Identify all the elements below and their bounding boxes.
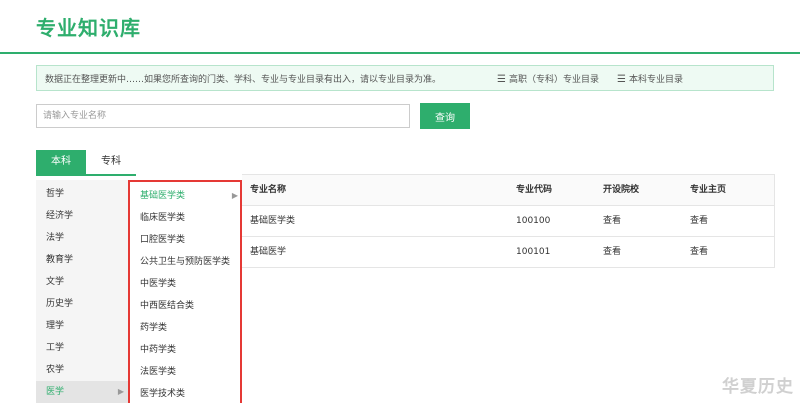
list-icon: ☰: [497, 74, 506, 85]
category-item[interactable]: 哲学: [36, 183, 128, 205]
page-title: 专业知识库: [36, 16, 141, 40]
major-table: 专业名称 专业代码 开设院校 专业主页 基础医学类 100100 查看 查看 基…: [242, 174, 775, 268]
column-header: 专业代码: [516, 185, 553, 195]
subcategory-item-label: 基础医学类: [140, 191, 186, 201]
tab-vocational[interactable]: 专科: [86, 150, 136, 174]
search-button[interactable]: 查询: [420, 103, 470, 129]
undergrad-catalog-label: 本科专业目录: [628, 75, 683, 85]
view-homepage-link[interactable]: 查看: [690, 237, 708, 267]
subcategory-item[interactable]: 中药学类: [130, 339, 240, 361]
notice-message: 数据正在整理更新中……如果您所查询的门类、学科、专业与专业目录有出入，请以专业目…: [45, 75, 442, 85]
column-header: 开设院校: [603, 185, 640, 195]
major-code: 100100: [516, 216, 551, 226]
subcategory-item[interactable]: 药学类: [130, 317, 240, 339]
undergrad-catalog-link[interactable]: ☰ 本科专业目录: [617, 72, 683, 85]
table-header-row: 专业名称 专业代码 开设院校 专业主页: [242, 175, 774, 206]
subcategory-item-selected[interactable]: 基础医学类 ▶: [130, 185, 240, 207]
vocational-catalog-link[interactable]: ☰ 高职（专科）专业目录: [497, 72, 599, 85]
category-item[interactable]: 法学: [36, 227, 128, 249]
subcategory-item[interactable]: 公共卫生与预防医学类: [130, 251, 240, 273]
category-item-label: 医学: [46, 387, 65, 397]
page-header: 专业知识库: [0, 0, 800, 54]
category-item[interactable]: 农学: [36, 359, 128, 381]
category-item[interactable]: 教育学: [36, 249, 128, 271]
subcategory-item[interactable]: 临床医学类: [130, 207, 240, 229]
list-icon: ☰: [617, 74, 626, 85]
view-homepage-link[interactable]: 查看: [690, 206, 708, 236]
major-name: 基础医学类: [250, 216, 296, 226]
category-list: 哲学 经济学 法学 教育学 文学 历史学 理学 工学 农学 医学 ▶: [36, 180, 128, 403]
subcategory-item[interactable]: 中医学类: [130, 273, 240, 295]
column-header: 专业主页: [690, 185, 727, 195]
subcategory-item[interactable]: 口腔医学类: [130, 229, 240, 251]
category-item[interactable]: 历史学: [36, 293, 128, 315]
category-item[interactable]: 工学: [36, 337, 128, 359]
subcategory-list: 基础医学类 ▶ 临床医学类 口腔医学类 公共卫生与预防医学类 中医学类 中西医结…: [128, 180, 242, 403]
caret-right-icon: ▶: [231, 191, 238, 200]
subcategory-item[interactable]: 中西医结合类: [130, 295, 240, 317]
view-schools-link[interactable]: 查看: [603, 206, 621, 236]
subcategory-item[interactable]: 医学技术类: [130, 383, 240, 405]
category-item[interactable]: 理学: [36, 315, 128, 337]
caret-right-icon: ▶: [117, 387, 124, 396]
level-tabs: 本科 专科: [36, 150, 136, 176]
table-row: 基础医学类 100100 查看 查看: [242, 206, 774, 237]
table-row: 基础医学 100101 查看 查看: [242, 237, 774, 268]
watermark: 华夏历史: [722, 377, 794, 397]
tab-undergraduate[interactable]: 本科: [36, 150, 86, 174]
subcategory-item[interactable]: 法医学类: [130, 361, 240, 383]
search-input[interactable]: [36, 104, 410, 128]
column-header: 专业名称: [250, 185, 287, 195]
vocational-catalog-label: 高职（专科）专业目录: [508, 75, 599, 85]
category-item-selected[interactable]: 医学 ▶: [36, 381, 128, 403]
category-item[interactable]: 文学: [36, 271, 128, 293]
category-item[interactable]: 经济学: [36, 205, 128, 227]
notice-bar: 数据正在整理更新中……如果您所查询的门类、学科、专业与专业目录有出入，请以专业目…: [36, 65, 774, 91]
major-name: 基础医学: [250, 247, 287, 257]
view-schools-link[interactable]: 查看: [603, 237, 621, 267]
major-code: 100101: [516, 247, 551, 257]
